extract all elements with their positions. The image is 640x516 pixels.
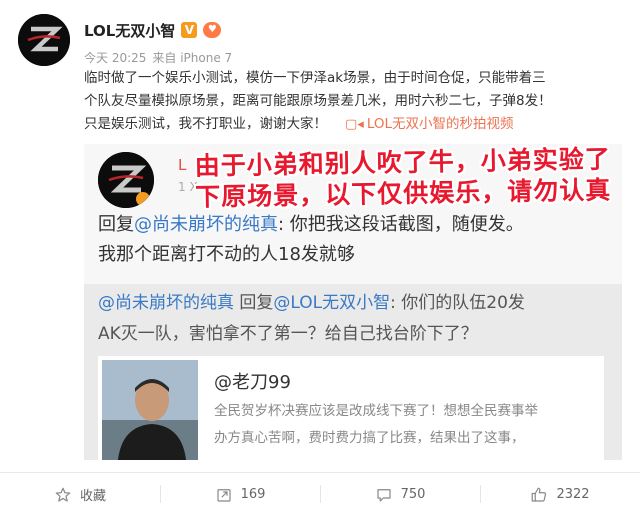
avatar-z-logo bbox=[18, 14, 70, 66]
screenshot-reply-text: 回复@尚未崩坏的纯真: 你把我这段话截图，随便发。 我那个距离打不动的人18发就… bbox=[98, 210, 524, 270]
favorite-button[interactable]: 收藏 bbox=[0, 473, 160, 516]
thumbs-up-icon bbox=[532, 487, 547, 502]
action-bar: 收藏 169 750 2322 bbox=[0, 473, 640, 516]
quote-mention: @尚未崩坏的纯真 bbox=[98, 293, 234, 313]
author-name[interactable]: LOL无双小智 bbox=[84, 20, 175, 41]
post-source: 来自 iPhone 7 bbox=[152, 51, 233, 65]
screenshot-retweet-card: @老刀99 全民贺岁杯决赛应该是改成线下赛了！想想全民赛事举 办方真心苦啊，费时… bbox=[98, 356, 604, 460]
author-avatar[interactable] bbox=[18, 14, 70, 66]
post-text-line: 只是娱乐测试，我不打职业，谢谢大家！ ▢◂ LOL无双小智的秒拍视频 bbox=[84, 113, 632, 136]
video-link-label: LOL无双小智的秒拍视频 bbox=[366, 116, 514, 132]
quote-mention-2: @LOL无双小智 bbox=[273, 293, 391, 313]
post-image[interactable]: L 1 X 回复@尚未崩坏的纯真: 你把我这段话截图，随便发。 我那个距离打不动… bbox=[84, 144, 622, 460]
post-text-line: 临时做了一个娱乐小测试，模仿一下伊泽ak场景，由于时间仓促，只能带着三 bbox=[84, 70, 546, 86]
overlay-caption: 由于小弟和别人吹了牛，小弟实验了 下原场景，以下仅供娱乐，请勿认真 bbox=[183, 144, 622, 213]
verified-badge-icon: V bbox=[181, 22, 198, 38]
like-button[interactable]: 2322 bbox=[480, 473, 640, 516]
post-time[interactable]: 今天 20:25 bbox=[84, 49, 146, 66]
card-photo bbox=[102, 360, 198, 460]
reply-text: : 你把我这段话截图，随便发。 bbox=[278, 214, 524, 235]
comment-count: 750 bbox=[400, 487, 426, 502]
quote-text: : 你们的队伍20发 bbox=[390, 293, 525, 313]
reply-line-2: 我那个距离打不动的人18发就够 bbox=[98, 244, 355, 265]
favorite-label: 收藏 bbox=[79, 489, 106, 504]
star-icon bbox=[55, 487, 71, 502]
screenshot-z-logo bbox=[98, 152, 154, 208]
reply-prefix: 回复 bbox=[98, 214, 134, 235]
video-link[interactable]: ▢◂ LOL无双小智的秒拍视频 bbox=[345, 116, 514, 132]
post-meta: 今天 20:25 来自 iPhone 7 bbox=[84, 49, 232, 66]
card-author-name: @老刀99 bbox=[214, 372, 291, 393]
video-icon: ▢◂ bbox=[345, 117, 364, 132]
fan-badge-icon[interactable]: ♥ bbox=[203, 22, 222, 38]
card-text-line-2: 办方真心苦啊，费时费力搞了比赛，结果出了这事， bbox=[214, 430, 525, 446]
screenshot-quote-text: @尚未崩坏的纯真 回复@LOL无双小智: 你们的队伍20发 AK灭一队，害怕拿不… bbox=[98, 288, 525, 350]
screenshot-avatar bbox=[98, 152, 154, 208]
repost-button[interactable]: 169 bbox=[160, 473, 320, 516]
repost-icon bbox=[216, 488, 231, 502]
person-photo-icon bbox=[102, 360, 198, 460]
comment-icon bbox=[376, 488, 391, 502]
comment-button[interactable]: 750 bbox=[320, 473, 480, 516]
reply-mention: @尚未崩坏的纯真 bbox=[134, 214, 278, 235]
quote-line-2: AK灭一队，害怕拿不了第一？给自己找台阶下了？ bbox=[98, 324, 478, 344]
post-text-line: 个队友尽量模拟原场景，距离可能跟原场景差几米，用时六秒二七，子弹8发！ bbox=[84, 93, 552, 109]
card-text-line-1: 全民贺岁杯决赛应该是改成线下赛了！想想全民赛事举 bbox=[214, 403, 538, 419]
quote-mid: 回复 bbox=[234, 293, 274, 313]
author-row: LOL无双小智 V ♥ bbox=[84, 18, 222, 42]
repost-count: 169 bbox=[240, 487, 266, 502]
card-text: 全民贺岁杯决赛应该是改成线下赛了！想想全民赛事举 办方真心苦啊，费时费力搞了比赛… bbox=[214, 398, 598, 452]
post-text-line-3: 只是娱乐测试，我不打职业，谢谢大家！ bbox=[84, 116, 327, 132]
like-count: 2322 bbox=[556, 487, 590, 502]
post-body: 临时做了一个娱乐小测试，模仿一下伊泽ak场景，由于时间仓促，只能带着三 个队友尽… bbox=[84, 67, 632, 136]
